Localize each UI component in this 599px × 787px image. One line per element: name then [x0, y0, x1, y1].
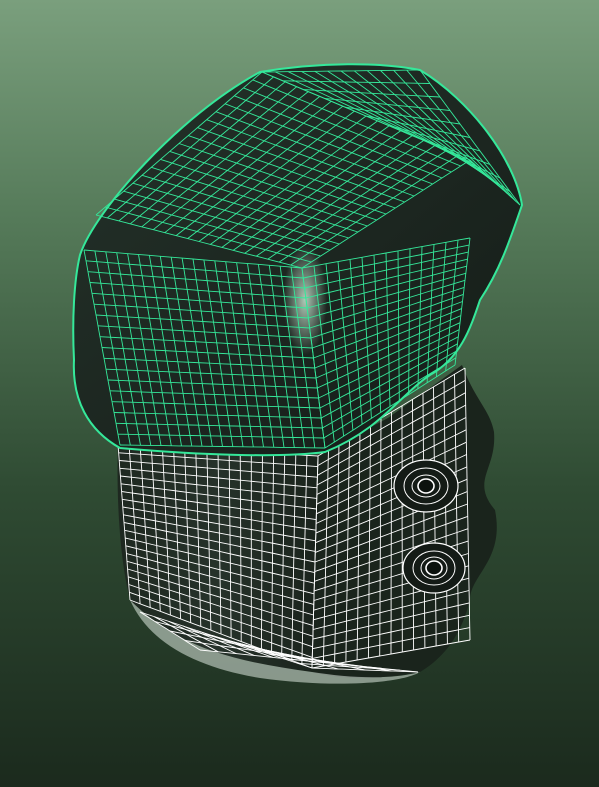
- viewport-canvas[interactable]: [0, 0, 599, 787]
- mounting-hole-top[interactable]: [393, 459, 459, 513]
- 3d-viewport[interactable]: [0, 0, 599, 787]
- mounting-hole-bottom[interactable]: [402, 542, 466, 594]
